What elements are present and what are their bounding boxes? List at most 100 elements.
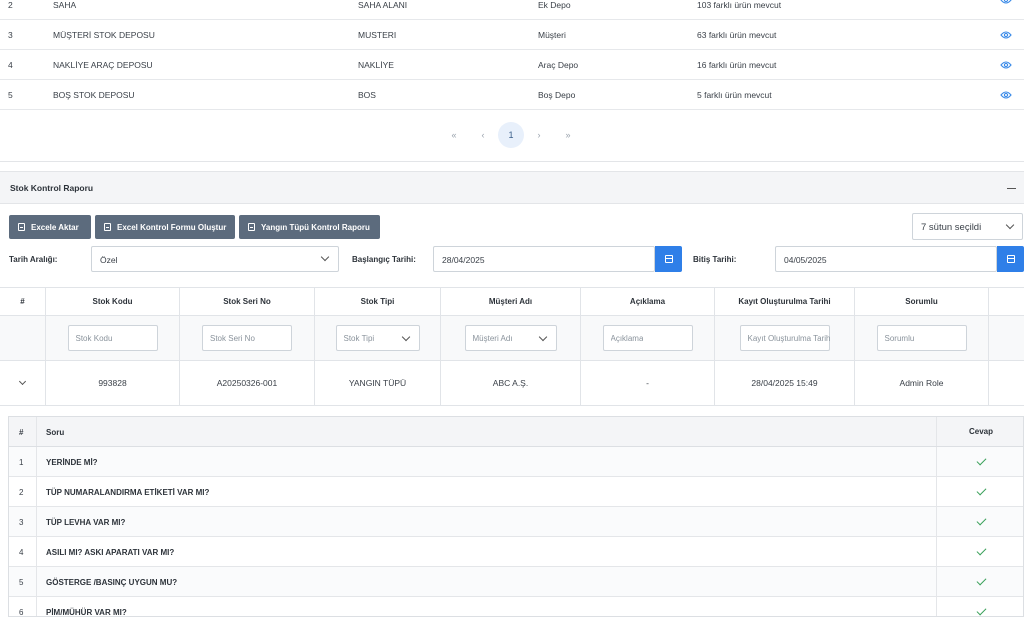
list-item: 4 ASILI MI? ASKI APARATI VAR MI?: [9, 537, 1023, 567]
owner-filter[interactable]: Sorumlu: [876, 325, 967, 351]
header-stock-type[interactable]: Stok Tipi: [315, 288, 441, 315]
filter-placeholder: Stok Seri No: [210, 334, 255, 343]
question-text: YERİNDE Mİ?: [46, 458, 98, 467]
divider: [0, 161, 1024, 162]
list-item: 5 GÖSTERGE /BASINÇ UYGUN MU?: [9, 567, 1023, 597]
export-excel-label: Excele Aktar: [31, 222, 79, 232]
first-page-button[interactable]: «: [440, 122, 468, 148]
filter-cell: Sorumlu: [855, 316, 989, 360]
header-serial-no[interactable]: Stok Seri No: [180, 288, 315, 315]
header-stock-code[interactable]: Stok Kodu: [46, 288, 180, 315]
chevron-down-icon: [401, 332, 410, 342]
expand-toggle[interactable]: [0, 361, 46, 405]
serial-no-filter[interactable]: Stok Seri No: [202, 325, 292, 351]
divider: [36, 537, 37, 566]
warehouse-code: SAHA ALANI: [358, 0, 408, 10]
start-date-value: 28/04/2025: [442, 255, 485, 265]
excel-form-button[interactable]: Excel Kontrol Formu Oluştur: [95, 215, 235, 239]
page-1-button[interactable]: 1: [498, 122, 524, 148]
customer-filter[interactable]: Müşteri Adı: [464, 325, 557, 351]
question-text: ASILI MI? ASKI APARATI VAR MI?: [46, 548, 175, 557]
end-date-value: 04/05/2025: [784, 255, 827, 265]
warehouse-name: NAKLİYE ARAÇ DEPOSU: [53, 59, 153, 70]
column-select[interactable]: 7 sütun seçildi: [912, 213, 1023, 240]
filter-cell: Müşteri Adı: [441, 316, 581, 360]
filter-cell: Stok Kodu: [46, 316, 180, 360]
chevron-down-icon: [1005, 220, 1015, 230]
stock-code-filter[interactable]: Stok Kodu: [67, 325, 158, 351]
stock-type-filter[interactable]: Stok Tipi: [335, 325, 420, 351]
panel-header: Stok Kontrol Raporu: [0, 171, 1024, 204]
row-number: 3: [8, 29, 13, 40]
divider: [36, 417, 37, 446]
list-item: 6 PİM/MÜHÜR VAR MI?: [9, 597, 1023, 617]
header-index: #: [19, 428, 24, 437]
table-row[interactable]: 993828 A20250326-001 YANGIN TÜPÜ ABC A.Ş…: [0, 361, 1024, 406]
filter-placeholder: Sorumlu: [884, 334, 915, 343]
eye-icon[interactable]: [1000, 60, 1012, 70]
start-date-calendar-button[interactable]: [655, 246, 682, 272]
answer-cell: [937, 477, 1023, 506]
filter-cell: [0, 316, 46, 360]
calendar-icon: [664, 255, 673, 263]
end-date-calendar-button[interactable]: [997, 246, 1024, 272]
warehouse-code: MUSTERI: [358, 29, 397, 40]
header-owner[interactable]: Sorumlu: [855, 288, 989, 315]
header-description[interactable]: Açıklama: [581, 288, 715, 315]
date-range-select[interactable]: Özel: [91, 246, 339, 272]
eye-icon[interactable]: [1000, 0, 1012, 5]
warehouse-stock: 103 farklı ürün mevcut: [697, 0, 782, 10]
fire-report-button[interactable]: Yangın Tüpü Kontrol Raporu: [239, 215, 380, 239]
header-answer-label: Cevap: [968, 427, 993, 436]
panel-title: Stok Kontrol Raporu: [10, 183, 94, 193]
filter-cell: Stok Seri No: [180, 316, 315, 360]
end-date-input[interactable]: 04/05/2025: [775, 246, 997, 272]
export-excel-button[interactable]: Excele Aktar: [9, 215, 91, 239]
warehouse-type: Boş Depo: [538, 89, 576, 100]
warehouse-type: Araç Depo: [538, 59, 579, 70]
question-table: # Soru Cevap 1 YERİNDE Mİ? 2 TÜP NUMARAL…: [8, 416, 1024, 617]
table-row: 5 BOŞ STOK DEPOSU BOS Boş Depo 5 farklı …: [0, 80, 1024, 110]
last-page-button[interactable]: »: [554, 122, 582, 148]
cell-serial-no: A20250326-001: [180, 361, 315, 405]
check-icon: [976, 545, 986, 555]
question-text: GÖSTERGE /BASINÇ UYGUN MU?: [46, 578, 178, 587]
warehouse-code: BOS: [358, 89, 376, 100]
collapse-icon[interactable]: [1007, 188, 1016, 189]
start-date-input[interactable]: 28/04/2025: [433, 246, 655, 272]
header-customer[interactable]: Müşteri Adı: [441, 288, 581, 315]
document-icon: [248, 223, 255, 231]
pagination: « ‹ 1 › »: [440, 122, 583, 148]
filter-cell: Açıklama: [581, 316, 715, 360]
next-page-button[interactable]: ›: [525, 122, 553, 148]
excel-form-label: Excel Kontrol Formu Oluştur: [117, 222, 227, 232]
eye-icon[interactable]: [1000, 30, 1012, 40]
answer-cell: [937, 507, 1023, 536]
header-question: Soru: [46, 428, 65, 437]
description-filter[interactable]: Açıklama: [602, 325, 693, 351]
row-number: 4: [8, 59, 13, 70]
end-date-label: Bitiş Tarihi:: [693, 255, 737, 264]
answer-cell: [937, 597, 1023, 616]
filter-placeholder: Müşteri Adı: [472, 334, 513, 343]
eye-icon[interactable]: [1000, 90, 1012, 100]
table-row: 2 SAHA SAHA ALANI Ek Depo 103 farklı ürü…: [0, 0, 1024, 20]
check-icon: [976, 575, 986, 585]
answer-cell: [937, 567, 1023, 596]
header-created-date[interactable]: Kayıt Oluşturulma Tarihi: [715, 288, 855, 315]
divider: [36, 507, 37, 536]
chevron-down-icon: [18, 377, 27, 386]
column-select-value: 7 sütun seçildi: [921, 222, 982, 233]
grid-filter-row: Stok Kodu Stok Seri No Stok Tipi Müşteri…: [0, 316, 1024, 361]
created-date-filter[interactable]: Kayıt Oluşturulma Tarihi: [739, 325, 830, 351]
document-icon: [18, 223, 25, 231]
question-text: PİM/MÜHÜR VAR MI?: [46, 608, 127, 617]
prev-page-button[interactable]: ‹: [469, 122, 497, 148]
fire-report-label: Yangın Tüpü Kontrol Raporu: [261, 222, 370, 232]
filter-placeholder: Stok Tipi: [343, 334, 375, 343]
warehouse-name: MÜŞTERİ STOK DEPOSU: [53, 29, 155, 40]
filter-placeholder: Açıklama: [610, 334, 644, 343]
document-icon: [104, 223, 111, 231]
header-index: #: [0, 288, 46, 315]
check-icon: [976, 485, 986, 495]
